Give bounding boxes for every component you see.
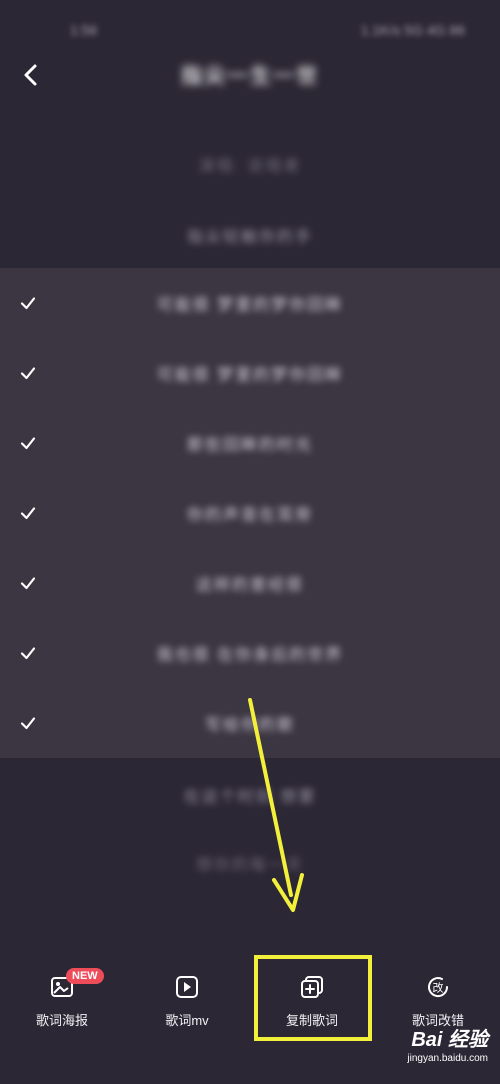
lyric-row-selected[interactable]: 可能很 梦里的梦你回眸 — [0, 268, 500, 338]
baidu-watermark: Bai 经验 jingyan.baidu.com — [407, 1023, 488, 1064]
lyric-mv-label: 歌词mv — [165, 1013, 209, 1028]
lyrics-action-toolbar: 歌词海报 NEW 歌词mv 复制歌词 改 歌词改错 — [0, 956, 500, 1084]
lyric-text: 写给你的歌 — [204, 717, 295, 734]
lyric-line[interactable]: 在这个时刻 想要 — [0, 783, 500, 807]
new-badge: NEW — [66, 968, 104, 984]
lyric-line[interactable]: 想你的每一天 — [0, 851, 500, 875]
lyric-text: 可能很 梦里的梦你回眸 — [156, 297, 344, 314]
correct-icon: 改 — [428, 977, 449, 998]
lyric-text: 我也很 在你身后的世界 — [156, 647, 344, 664]
play-video-icon — [176, 976, 198, 998]
watermark-domain: jingyan.baidu.com — [407, 1053, 488, 1064]
watermark-brand: Bai 经验 — [411, 1029, 488, 1051]
lyric-row-selected[interactable]: 那些回眸的时光 — [0, 408, 500, 478]
lyric-row-selected[interactable]: 写给你的歌 — [0, 688, 500, 758]
svg-text:改: 改 — [433, 981, 444, 995]
status-indicators: 1.1K/s 5G 4G 86 — [360, 22, 465, 38]
lyric-row-selected[interactable]: 我也很 在你身后的世界 — [0, 618, 500, 688]
lyric-row-selected[interactable]: 这样的曾经很 — [0, 548, 500, 618]
lyric-text: 你的声音在耳旁 — [186, 507, 313, 524]
lyric-text: 这样的曾经很 — [195, 577, 304, 594]
lyric-text: 可能很 梦里的梦你回眸 — [156, 367, 344, 384]
highlight-box — [254, 955, 372, 1041]
status-time: 1:56 — [70, 22, 98, 38]
page-title: 指尖一生一世 — [181, 65, 319, 88]
lyric-row-selected[interactable]: 可能很 梦里的梦你回眸 — [0, 338, 500, 408]
lyric-poster-label: 歌词海报 — [35, 1013, 88, 1028]
status-bar: 1:56 1.1K/s 5G 4G 86 — [0, 0, 500, 60]
lyric-correction-button[interactable]: 改 歌词改错 — [383, 968, 493, 1029]
lyric-line[interactable]: 演唱: 说唱者 — [0, 152, 500, 176]
lyric-mv-button[interactable]: 歌词mv — [132, 968, 242, 1029]
lyric-row-selected[interactable]: 你的声音在耳旁 — [0, 478, 500, 548]
lyric-line[interactable]: 指尖轻触你的手 — [0, 223, 500, 247]
lyric-text: 那些回眸的时光 — [186, 437, 313, 454]
